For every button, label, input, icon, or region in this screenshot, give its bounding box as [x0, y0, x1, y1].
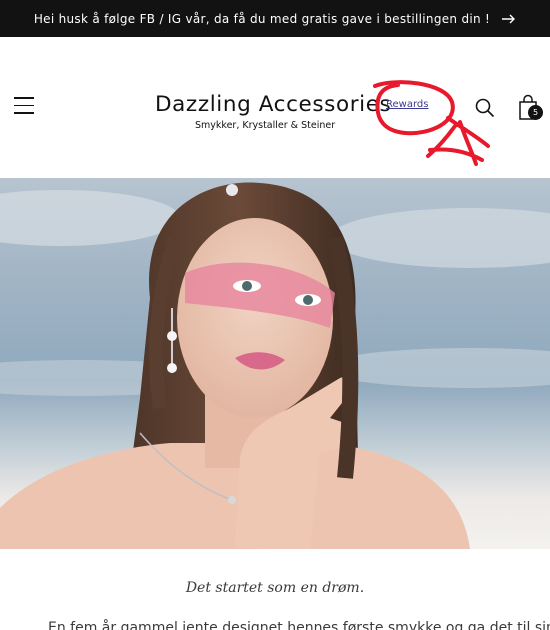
arrow-right-icon[interactable] — [502, 14, 516, 24]
site-header: Dazzling Accessories Smykker, Krystaller… — [0, 37, 550, 178]
store-logo[interactable]: Dazzling Accessories Smykker, Krystaller… — [155, 92, 392, 131]
rewards-link[interactable]: Rewards — [386, 99, 428, 110]
logo-title: Dazzling Accessories — [155, 92, 392, 117]
tagline: Det startet som en drøm. — [185, 580, 365, 596]
hamburger-menu-icon[interactable] — [14, 97, 34, 115]
cart-count-badge: 5 — [528, 105, 543, 120]
intro-paragraph: En fem år gammel jente designet hennes f… — [48, 620, 550, 630]
search-icon[interactable] — [474, 97, 496, 119]
logo-subtitle: Smykker, Krystaller & Steiner — [195, 120, 336, 131]
announcement-bar[interactable]: Hei husk å følge FB / IG vår, da få du m… — [0, 0, 550, 37]
hero-image — [0, 178, 550, 549]
announcement-text: Hei husk å følge FB / IG vår, da få du m… — [33, 11, 491, 26]
